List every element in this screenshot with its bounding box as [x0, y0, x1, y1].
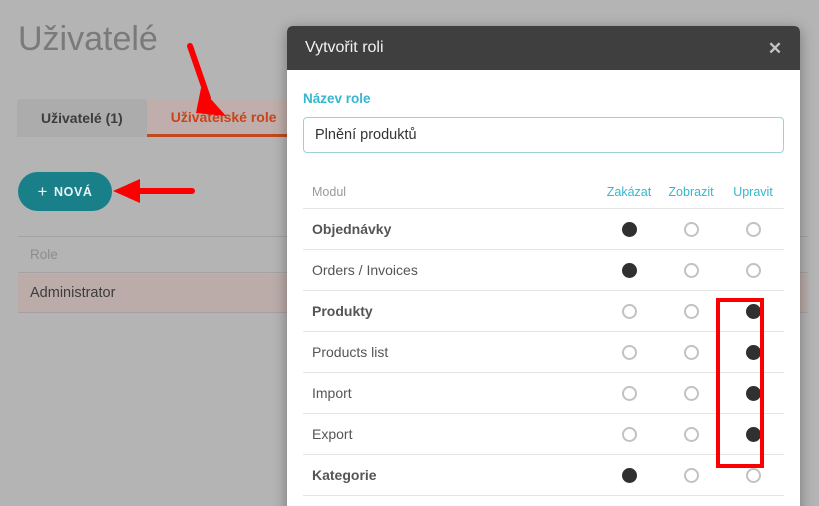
- radio-edit-selected[interactable]: [745, 344, 761, 360]
- radio-view-unselected[interactable]: [683, 467, 699, 483]
- radio-view-unselected[interactable]: [683, 303, 699, 319]
- permission-row-label: Produkty: [303, 290, 598, 332]
- permissions-table-body: Objednávky Orders / Invoices Produkty Produ…: [303, 208, 784, 496]
- tab-users[interactable]: Uživatelé (1): [17, 99, 147, 137]
- radio-deny-unselected[interactable]: [621, 385, 637, 401]
- permissions-table-header-row: Modul Zakázat Zobrazit Upravit: [303, 177, 784, 209]
- radio-cell-edit[interactable]: [722, 413, 784, 455]
- permission-row-label: Products list: [303, 331, 598, 373]
- permission-row: Import: [303, 372, 784, 414]
- header-edit[interactable]: Upravit: [722, 177, 784, 209]
- permissions-table: Modul Zakázat Zobrazit Upravit Objednávk…: [303, 177, 784, 496]
- header-module: Modul: [303, 177, 598, 209]
- permission-row-label: Orders / Invoices: [303, 249, 598, 291]
- permission-row: Kategorie: [303, 454, 784, 496]
- role-name-input[interactable]: [303, 117, 784, 153]
- radio-edit-selected[interactable]: [745, 303, 761, 319]
- radio-cell-deny[interactable]: [598, 208, 660, 250]
- radio-view-unselected[interactable]: [683, 344, 699, 360]
- radio-cell-edit[interactable]: [722, 331, 784, 373]
- create-role-modal: Vytvořit roli ✕ Název role Modul Zakázat…: [287, 26, 800, 506]
- radio-view-unselected[interactable]: [683, 385, 699, 401]
- permission-row: Objednávky: [303, 208, 784, 250]
- role-name-field-wrap: [303, 117, 784, 153]
- modal-title: Vytvořit roli: [305, 39, 384, 56]
- radio-cell-view[interactable]: [660, 249, 722, 291]
- radio-view-unselected[interactable]: [683, 426, 699, 442]
- radio-cell-deny[interactable]: [598, 454, 660, 496]
- screen-root: Uživatelé Uživatelé (1) Uživatelské role…: [0, 0, 819, 506]
- radio-cell-deny[interactable]: [598, 331, 660, 373]
- permission-row: Produkty: [303, 290, 784, 332]
- radio-deny-unselected[interactable]: [621, 344, 637, 360]
- radio-cell-edit[interactable]: [722, 372, 784, 414]
- roles-table-header-role: Role: [30, 247, 58, 262]
- modal-header: Vytvořit roli ✕: [287, 26, 800, 70]
- radio-cell-view[interactable]: [660, 413, 722, 455]
- radio-view-unselected[interactable]: [683, 262, 699, 278]
- permission-row-label: Objednávky: [303, 208, 598, 250]
- permission-row: Products list: [303, 331, 784, 373]
- radio-cell-deny[interactable]: [598, 290, 660, 332]
- radio-deny-selected[interactable]: [621, 467, 637, 483]
- header-view[interactable]: Zobrazit: [660, 177, 722, 209]
- page-title: Uživatelé: [18, 20, 158, 58]
- plus-icon: +: [37, 182, 48, 201]
- radio-deny-unselected[interactable]: [621, 303, 637, 319]
- radio-cell-view[interactable]: [660, 454, 722, 496]
- radio-edit-selected[interactable]: [745, 385, 761, 401]
- radio-deny-unselected[interactable]: [621, 426, 637, 442]
- radio-deny-selected[interactable]: [621, 221, 637, 237]
- radio-cell-deny[interactable]: [598, 413, 660, 455]
- radio-deny-selected[interactable]: [621, 262, 637, 278]
- tab-user-roles[interactable]: Uživatelské role: [146, 99, 301, 137]
- role-name-cell: Administrator: [30, 285, 116, 301]
- radio-view-unselected[interactable]: [683, 221, 699, 237]
- permission-row-label: Export: [303, 413, 598, 455]
- radio-edit-selected[interactable]: [745, 426, 761, 442]
- radio-cell-edit[interactable]: [722, 454, 784, 496]
- role-name-label: Název role: [303, 91, 371, 106]
- radio-cell-view[interactable]: [660, 331, 722, 373]
- header-deny[interactable]: Zakázat: [598, 177, 660, 209]
- radio-cell-view[interactable]: [660, 208, 722, 250]
- permission-row: Export: [303, 413, 784, 455]
- permission-row: Orders / Invoices: [303, 249, 784, 291]
- radio-cell-view[interactable]: [660, 372, 722, 414]
- permission-row-label: Import: [303, 372, 598, 414]
- radio-cell-deny[interactable]: [598, 249, 660, 291]
- radio-cell-edit[interactable]: [722, 290, 784, 332]
- radio-cell-edit[interactable]: [722, 208, 784, 250]
- radio-edit-unselected[interactable]: [745, 221, 761, 237]
- modal-body: Název role Modul Zakázat Zobrazit Upravi…: [287, 91, 800, 496]
- radio-cell-view[interactable]: [660, 290, 722, 332]
- tab-bar: Uživatelé (1) Uživatelské role: [17, 99, 301, 137]
- radio-cell-edit[interactable]: [722, 249, 784, 291]
- radio-edit-unselected[interactable]: [745, 262, 761, 278]
- permission-row-label: Kategorie: [303, 454, 598, 496]
- new-role-button-label: NOVÁ: [54, 184, 93, 199]
- radio-cell-deny[interactable]: [598, 372, 660, 414]
- radio-edit-unselected[interactable]: [745, 467, 761, 483]
- close-icon[interactable]: ✕: [764, 37, 786, 59]
- new-role-button[interactable]: + NOVÁ: [18, 172, 112, 211]
